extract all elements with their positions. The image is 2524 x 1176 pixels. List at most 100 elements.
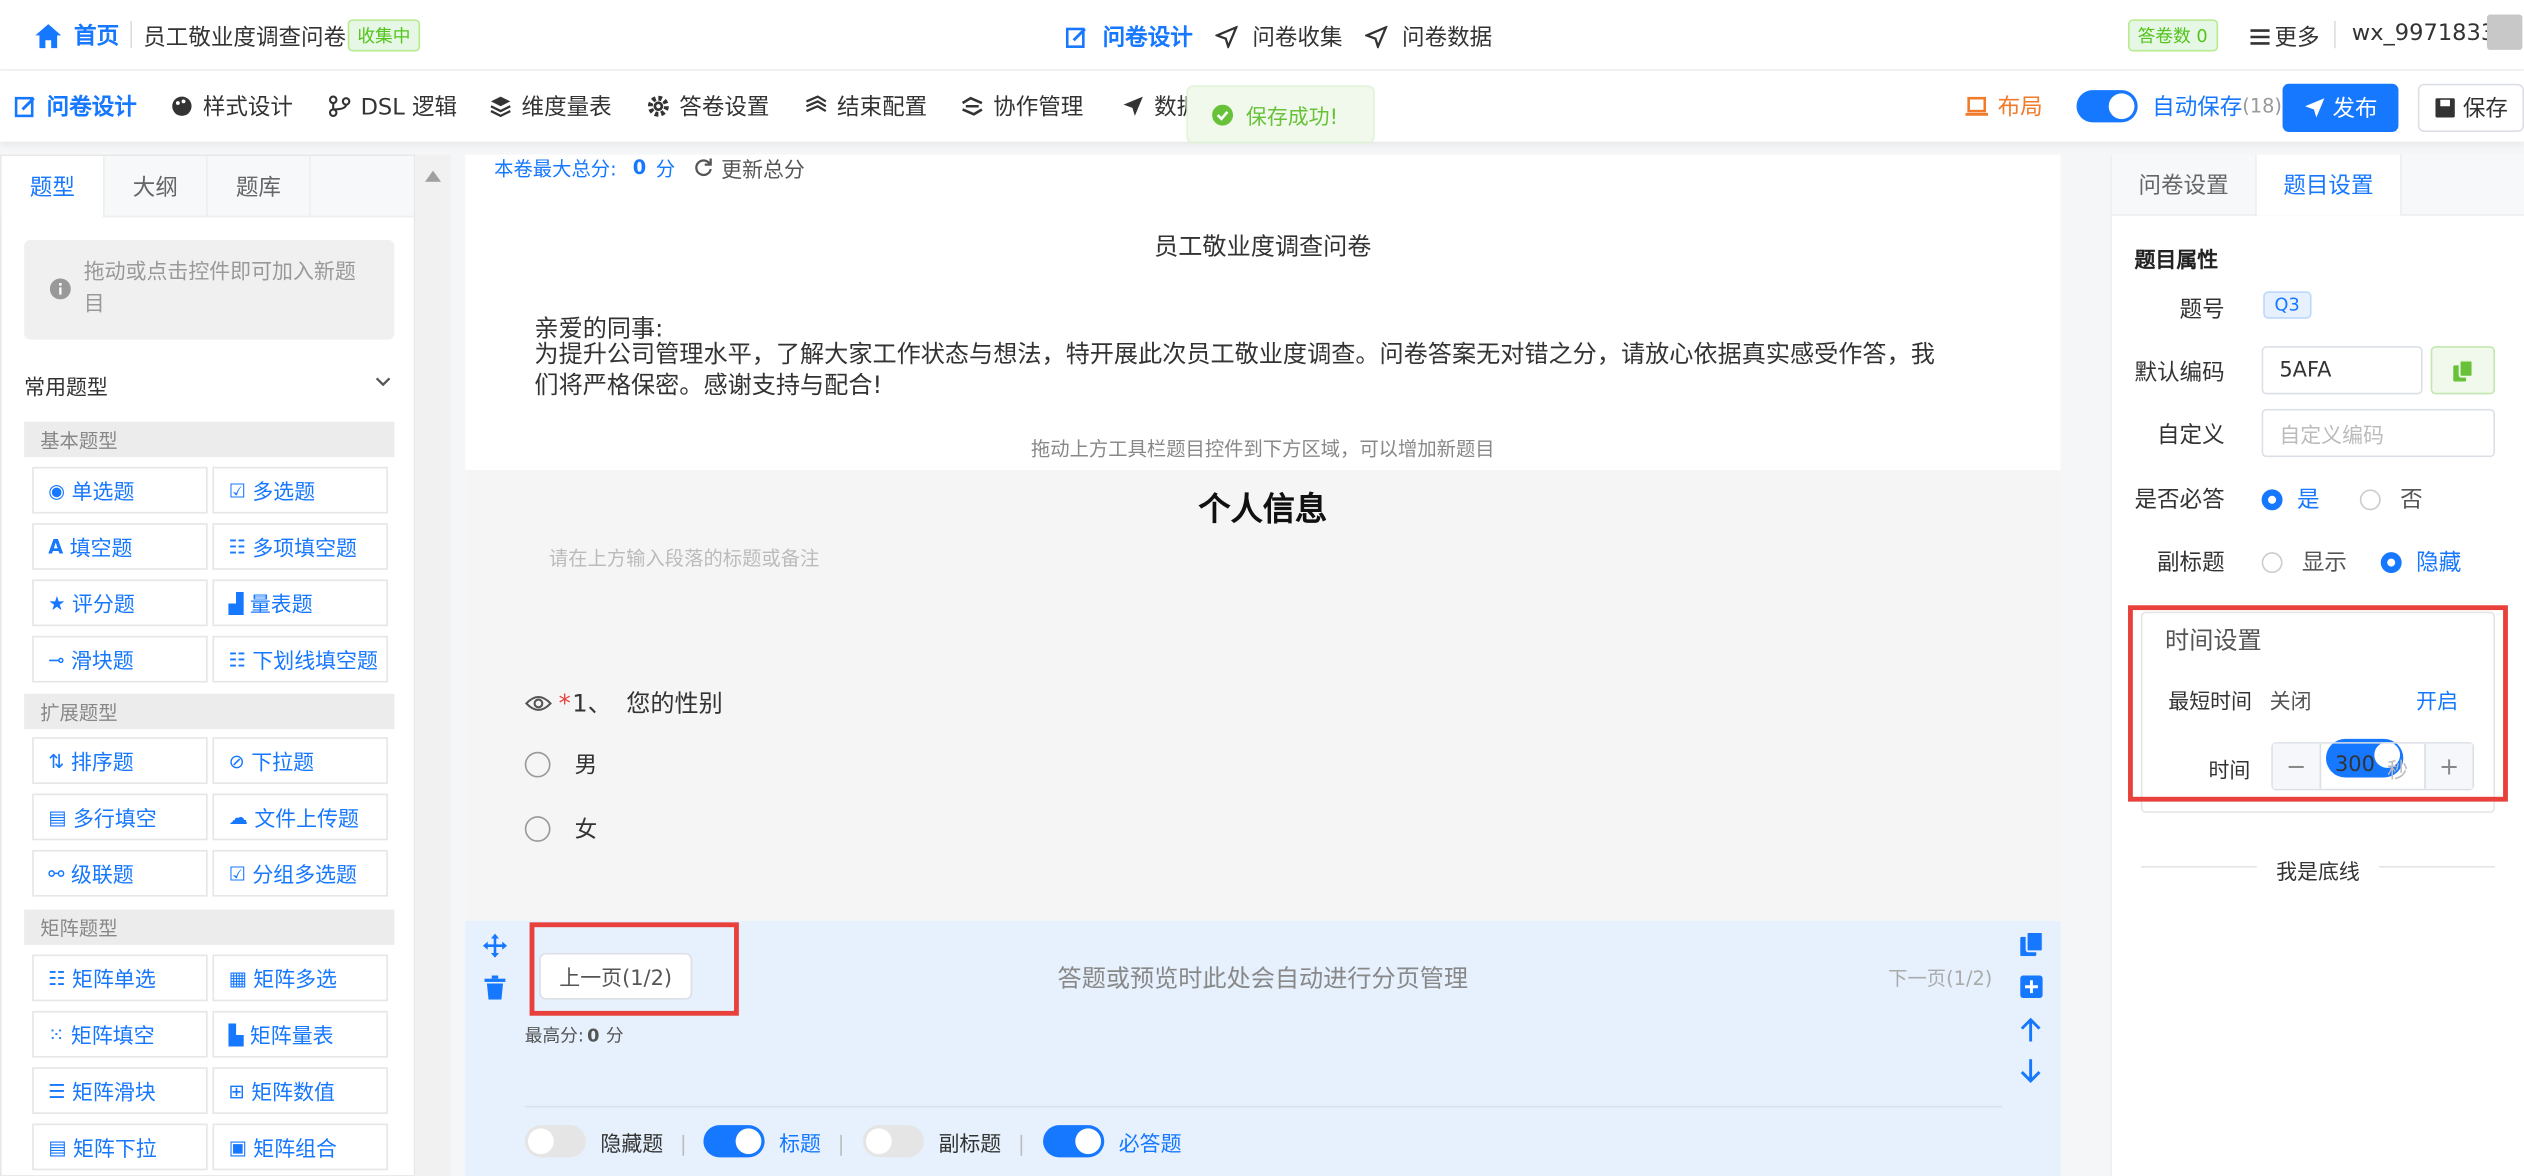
required-yes[interactable]: 是 [2261, 483, 2320, 515]
option-male[interactable]: 男 [524, 749, 597, 781]
home-label: 首页 [74, 24, 120, 50]
survey-title[interactable]: 员工敬业度调查问卷 [465, 229, 2060, 263]
subtitle-show[interactable]: 显示 [2261, 546, 2347, 578]
toggle-required[interactable]: 必答题 [1043, 1125, 1182, 1158]
move-icon[interactable] [482, 933, 508, 958]
autosave-switch[interactable] [2076, 90, 2138, 123]
toggle-hidden[interactable]: 隐藏题 [524, 1125, 663, 1158]
next-page-label[interactable]: 下一页(1/2) [1888, 964, 1992, 991]
eye-icon[interactable] [524, 693, 552, 712]
subtitle-label: 副标题 [2156, 550, 2225, 577]
toolbar-survey-design[interactable]: 问卷设计 [14, 71, 137, 142]
control-fill-blank[interactable]: A 填空题 [32, 523, 208, 570]
control-matrix-multi[interactable]: ▦ 矩阵多选 [212, 954, 388, 1002]
bar-steps-icon: ▟ [228, 591, 244, 615]
nav-survey-collect[interactable]: 问卷收集 [1215, 21, 1342, 53]
radio-button[interactable] [524, 816, 551, 842]
avatar[interactable] [2486, 14, 2523, 50]
nav-label: 问卷数据 [1402, 25, 1493, 52]
control-matrix-number[interactable]: ⊞ 矩阵数值 [212, 1067, 388, 1114]
nav-survey-data[interactable]: 问卷数据 [1365, 21, 1492, 53]
radio-button[interactable] [2261, 551, 2283, 573]
radio-button[interactable] [2261, 488, 2283, 510]
tab-survey-settings[interactable]: 问卷设置 [2112, 154, 2257, 216]
control-scale[interactable]: ▟ 量表题 [212, 579, 388, 627]
control-cascade[interactable]: ⚯ 级联题 [32, 849, 208, 897]
score-unit: 分 [655, 156, 676, 180]
subtitle-switch[interactable] [862, 1125, 924, 1158]
scroll-up-arrow-icon[interactable] [424, 170, 442, 182]
control-matrix-dropdown[interactable]: ▤ 矩阵下拉 [32, 1123, 208, 1171]
control-multiline[interactable]: ▤ 多行填空 [32, 793, 208, 841]
star-icon: ★ [48, 591, 66, 615]
toolbar-dimension-scale[interactable]: 维度量表 [489, 71, 612, 142]
default-code-input[interactable]: 5AFA [2261, 346, 2423, 395]
radio-button[interactable] [524, 751, 551, 778]
control-matrix-scale[interactable]: ▙ 矩阵量表 [212, 1010, 388, 1058]
toggle-title[interactable]: 标题 [703, 1125, 821, 1158]
home-link[interactable]: 首页 [35, 19, 119, 51]
publish-label: 发布 [2332, 96, 2378, 123]
toolbar-collab-manage[interactable]: 协作管理 [961, 71, 1083, 142]
control-matrix-slider[interactable]: ☰ 矩阵滑块 [32, 1067, 208, 1114]
layout-button[interactable]: 布局 [1965, 71, 2043, 142]
control-multi-fill[interactable]: ☷ 多项填空题 [212, 523, 388, 570]
control-file-upload[interactable]: ☁ 文件上传题 [212, 793, 388, 841]
required-switch[interactable] [1043, 1125, 1105, 1158]
question-block[interactable]: 个人信息 请在上方输入段落的标题或备注 * 1、 您的性别 男 女 [465, 470, 2061, 921]
copy-code-button[interactable] [2430, 346, 2496, 395]
radio-label: 否 [2400, 487, 2423, 514]
toolbar-answer-settings[interactable]: 答卷设置 [647, 71, 769, 142]
radio-button[interactable] [2380, 551, 2402, 573]
control-label: 量表题 [249, 593, 313, 619]
control-label: 矩阵单选 [72, 969, 156, 994]
copy-icon[interactable] [2020, 932, 2043, 957]
divider [130, 20, 132, 49]
user-name[interactable]: wx_9971833 [2352, 21, 2495, 47]
toolbar-style-design[interactable]: 样式设计 [171, 71, 293, 142]
control-dropdown[interactable]: ⊘ 下拉题 [212, 737, 388, 784]
tab-outline[interactable]: 大纲 [105, 156, 208, 218]
title-switch[interactable] [703, 1125, 765, 1158]
hidden-switch[interactable] [524, 1125, 586, 1158]
section-placeholder[interactable]: 请在上方输入段落的标题或备注 [549, 544, 819, 571]
radio-button[interactable] [2359, 488, 2381, 510]
pager-block[interactable]: 上一页(1/2) 答题或预览时此处会自动进行分页管理 下一页(1/2) 最高分:… [465, 920, 2061, 1176]
control-matrix-fill[interactable]: ⁙ 矩阵填空 [32, 1010, 208, 1058]
publish-button[interactable]: 发布 [2282, 83, 2399, 132]
arrow-up-icon[interactable] [2020, 1017, 2041, 1042]
question-title[interactable]: * 1、 您的性别 [524, 686, 723, 720]
left-scrollbar[interactable] [415, 154, 451, 1176]
nav-survey-design[interactable]: 问卷设计 [1065, 21, 1193, 53]
control-matrix-combo[interactable]: ▣ 矩阵组合 [212, 1123, 388, 1171]
tab-question-settings[interactable]: 题目设置 [2256, 154, 2402, 216]
add-icon[interactable] [2020, 975, 2043, 999]
control-slider[interactable]: ⊸ 滑块题 [32, 635, 208, 683]
intro-paragraph[interactable]: 为提升公司管理水平，了解大家工作状态与想法，特开展此次员工敬业度调查。问卷答案无… [534, 340, 1934, 401]
custom-code-input[interactable]: 自定义编码 [2261, 408, 2496, 458]
chevron-down-icon[interactable] [375, 375, 391, 388]
update-total-button[interactable]: 更新总分 [694, 155, 805, 183]
tab-question-types[interactable]: 题型 [1, 156, 105, 218]
toolbar-end-config[interactable]: 结束配置 [805, 71, 927, 142]
control-group-multi[interactable]: ☑ 分组多选题 [212, 849, 388, 897]
control-multi-choice[interactable]: ☑ 多选题 [212, 466, 388, 514]
control-rating[interactable]: ★ 评分题 [32, 579, 208, 627]
toggle-subtitle[interactable]: 副标题 [862, 1125, 1001, 1158]
save-button[interactable]: 保存 [2417, 83, 2524, 132]
tab-question-bank[interactable]: 题库 [208, 156, 311, 218]
option-female[interactable]: 女 [524, 813, 597, 845]
subtitle-hide[interactable]: 隐藏 [2380, 546, 2461, 578]
section-title[interactable]: 个人信息 [465, 483, 2060, 530]
control-label: 分组多选题 [252, 864, 358, 889]
control-label: 滑块题 [70, 650, 134, 675]
more-menu[interactable]: 更多 [2250, 21, 2320, 53]
required-no[interactable]: 否 [2359, 483, 2423, 515]
control-sort[interactable]: ⇅ 排序题 [32, 737, 208, 784]
arrow-down-icon[interactable] [2020, 1059, 2041, 1083]
control-label: 评分题 [72, 593, 135, 619]
toolbar-dsl-logic[interactable]: DSL 逻辑 [328, 71, 457, 142]
control-matrix-single[interactable]: ☷ 矩阵单选 [32, 954, 208, 1002]
control-underline-fill[interactable]: ☷ 下划线填空题 [212, 635, 388, 683]
control-single-choice[interactable]: ◉ 单选题 [32, 466, 208, 514]
